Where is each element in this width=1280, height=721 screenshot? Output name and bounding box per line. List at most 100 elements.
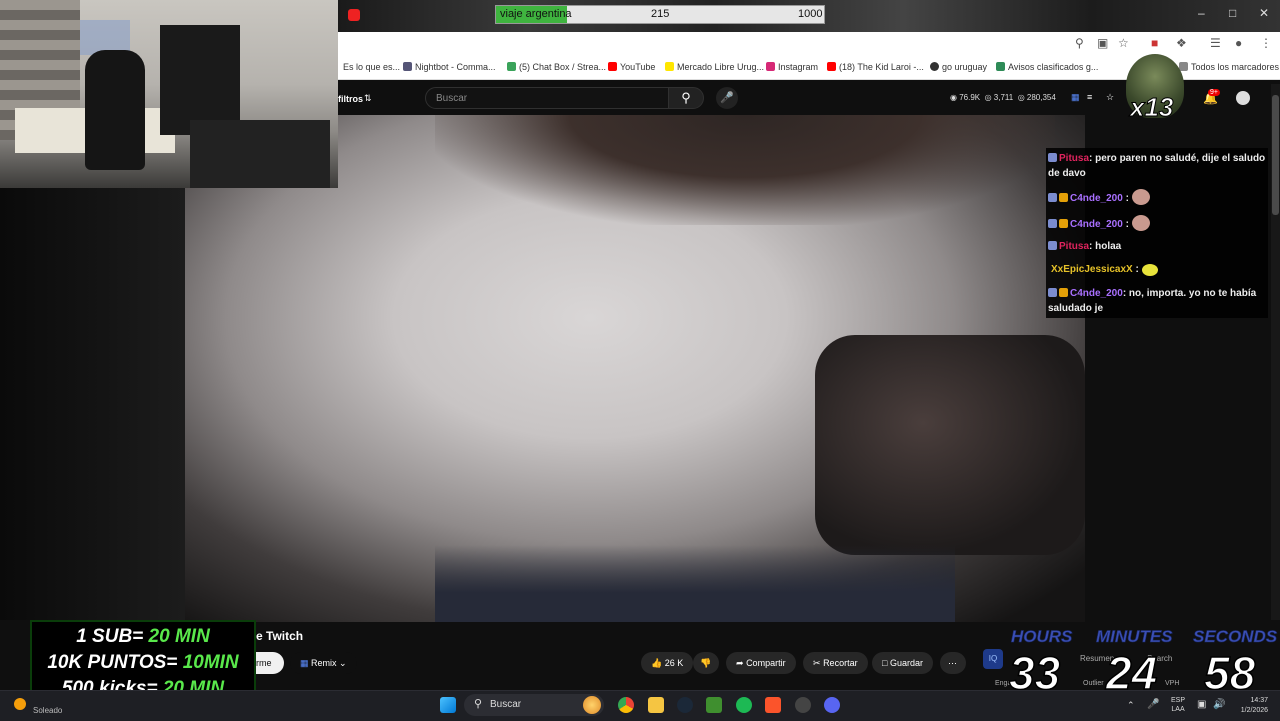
bookmark-item[interactable]: YouTube bbox=[608, 62, 655, 72]
zoom-icon[interactable]: ⚲ bbox=[1075, 36, 1084, 50]
vidiq-panel-icon[interactable]: IQ bbox=[983, 649, 1003, 669]
save-label: Guardar bbox=[889, 658, 923, 668]
weather-label[interactable]: Soleado bbox=[33, 706, 62, 715]
emote-icon bbox=[1141, 264, 1158, 276]
goal-label: viaje argentina bbox=[500, 8, 572, 20]
scrollbar-thumb[interactable] bbox=[1272, 95, 1279, 215]
language-indicator[interactable]: ESP LAA bbox=[1171, 696, 1185, 714]
minecraft-icon[interactable] bbox=[706, 697, 722, 713]
like-button[interactable]: 👍 26 K bbox=[641, 652, 694, 674]
views-count: 76.9K bbox=[959, 93, 981, 102]
extensions-icon[interactable]: ❖ bbox=[1176, 36, 1187, 50]
weather-sun-icon[interactable] bbox=[14, 698, 26, 710]
share-button[interactable]: ➦ Compartir bbox=[726, 652, 796, 674]
badge-icon bbox=[1048, 219, 1057, 228]
bookmark-item[interactable]: Es lo que es... bbox=[343, 62, 400, 72]
search-icon[interactable]: ⚲ bbox=[668, 87, 704, 109]
volume-icon[interactable]: 🔊 bbox=[1213, 699, 1225, 710]
bookmark-item[interactable]: Avisos clasificados g... bbox=[996, 62, 1098, 72]
all-bookmarks[interactable]: Todos los marcadores bbox=[1179, 62, 1279, 72]
cast-icon[interactable]: ▣ bbox=[1097, 36, 1108, 50]
webcam-overlay bbox=[0, 0, 338, 188]
chat-text: : bbox=[1132, 264, 1139, 275]
discord-icon[interactable] bbox=[824, 697, 840, 713]
badge-icon bbox=[1048, 193, 1057, 202]
bookmark-favicon bbox=[996, 62, 1005, 71]
steam-icon[interactable] bbox=[677, 697, 693, 713]
vidiq-icon[interactable]: ▦ bbox=[1071, 92, 1080, 103]
extension-tp-icon[interactable]: ■ bbox=[1151, 36, 1158, 50]
bing-highlight-icon[interactable] bbox=[583, 696, 601, 714]
rule-sub: 1 SUB= 20 MIN bbox=[76, 626, 210, 647]
webcam-shelf bbox=[160, 25, 240, 135]
browser-menu-icon[interactable]: ⋮ bbox=[1260, 36, 1272, 50]
obs-icon[interactable] bbox=[795, 697, 811, 713]
trophy-icon[interactable]: ☆ bbox=[1106, 92, 1114, 103]
bookmark-item[interactable]: Mercado Libre Urug... bbox=[665, 62, 764, 72]
more-actions-button[interactable]: ⋯ bbox=[940, 652, 966, 674]
bookmark-item[interactable]: Nightbot - Comma... bbox=[403, 62, 496, 72]
bookmark-item[interactable]: (18) The Kid Laroi -... bbox=[827, 62, 924, 72]
chrome-icon[interactable] bbox=[618, 697, 634, 713]
chat-username: C4nde_200 bbox=[1070, 193, 1123, 204]
emote-icon bbox=[1131, 215, 1150, 231]
tray-chevron-icon[interactable]: ⌃ bbox=[1127, 700, 1135, 711]
clip-button[interactable]: ✂ Recortar bbox=[803, 652, 868, 674]
bookmark-star-icon[interactable]: ☆ bbox=[1118, 36, 1129, 50]
bookmark-item[interactable]: (5) Chat Box / Strea... bbox=[507, 62, 606, 72]
video-subject-shirt bbox=[435, 545, 955, 622]
goal-target: 1000 bbox=[798, 8, 823, 20]
filters-label[interactable]: filtros bbox=[338, 94, 363, 104]
save-button[interactable]: □ Guardar bbox=[872, 652, 933, 674]
youtube-icon bbox=[827, 62, 836, 71]
thumbs-up-icon: 👍 bbox=[651, 658, 663, 668]
file-explorer-icon[interactable] bbox=[648, 697, 664, 713]
bookmark-item[interactable]: go uruguay bbox=[930, 62, 987, 72]
subs-icon: ◎ bbox=[1017, 93, 1025, 102]
badge-icon bbox=[1048, 153, 1057, 162]
chat-text: : holaa bbox=[1089, 241, 1122, 252]
chat-username: XxEpicJessicaxX bbox=[1051, 264, 1133, 275]
goal-current: 215 bbox=[651, 8, 670, 20]
mic-tray-icon[interactable]: 🎤 bbox=[1147, 699, 1159, 710]
chat-message: C4nde_200 : bbox=[1048, 215, 1266, 232]
chat-overlay: Pitusa: pero paren no saludé, dije el sa… bbox=[1046, 148, 1268, 318]
brave-icon[interactable] bbox=[765, 697, 781, 713]
remix-button[interactable]: ▦ Remix ⌄ bbox=[290, 652, 357, 674]
chat-username: Pitusa bbox=[1059, 153, 1090, 164]
search-input[interactable]: Buscar bbox=[425, 87, 669, 109]
timer-seconds-label: SECONDS bbox=[1193, 627, 1278, 647]
video-subject-headset bbox=[815, 335, 1085, 555]
bookmark-favicon bbox=[403, 62, 412, 71]
badge-icon bbox=[1059, 288, 1068, 297]
filters-icon[interactable]: ⇅ bbox=[364, 93, 372, 104]
badge-icon bbox=[1048, 241, 1057, 250]
microphone-icon[interactable]: 🎤 bbox=[716, 87, 738, 109]
like-count: 26 K bbox=[664, 658, 684, 668]
chat-message: Pitusa: pero paren no saludé, dije el sa… bbox=[1048, 151, 1266, 181]
spotify-icon[interactable] bbox=[736, 697, 752, 713]
close-icon[interactable]: ✕ bbox=[1259, 6, 1269, 20]
avatar[interactable] bbox=[1236, 91, 1250, 105]
profile-avatar-icon[interactable]: ● bbox=[1235, 36, 1242, 50]
menu-icon[interactable]: ≡ bbox=[1087, 92, 1092, 102]
globe-icon bbox=[930, 62, 939, 71]
scissors-icon: ✂ bbox=[813, 658, 821, 668]
network-icon[interactable]: ▣ bbox=[1197, 699, 1206, 710]
video-player[interactable] bbox=[185, 115, 1085, 622]
bookmark-item[interactable]: Instagram bbox=[766, 62, 818, 72]
maximize-icon[interactable]: □ bbox=[1229, 6, 1236, 20]
youtube-tab-icon[interactable] bbox=[348, 9, 360, 21]
clock[interactable]: 14:37 1/2/2026 bbox=[1232, 696, 1268, 716]
chat-text: : bbox=[1122, 193, 1129, 204]
chat-message: Pitusa: holaa bbox=[1048, 239, 1266, 254]
chat-username: Pitusa bbox=[1059, 241, 1090, 252]
address-bar-row[interactable]: ⚲ ▣ ☆ ■ ❖ ☰ ● ⋮ bbox=[338, 32, 1280, 56]
badge-icon bbox=[1048, 288, 1057, 297]
minimize-icon[interactable]: – bbox=[1198, 6, 1205, 20]
windows-start-icon[interactable] bbox=[440, 697, 456, 713]
dislike-button[interactable]: 👎 bbox=[693, 652, 719, 674]
webcam-desk bbox=[190, 120, 330, 188]
chat-message: C4nde_200 : bbox=[1048, 189, 1266, 206]
tab-search-icon[interactable]: ☰ bbox=[1210, 36, 1221, 50]
